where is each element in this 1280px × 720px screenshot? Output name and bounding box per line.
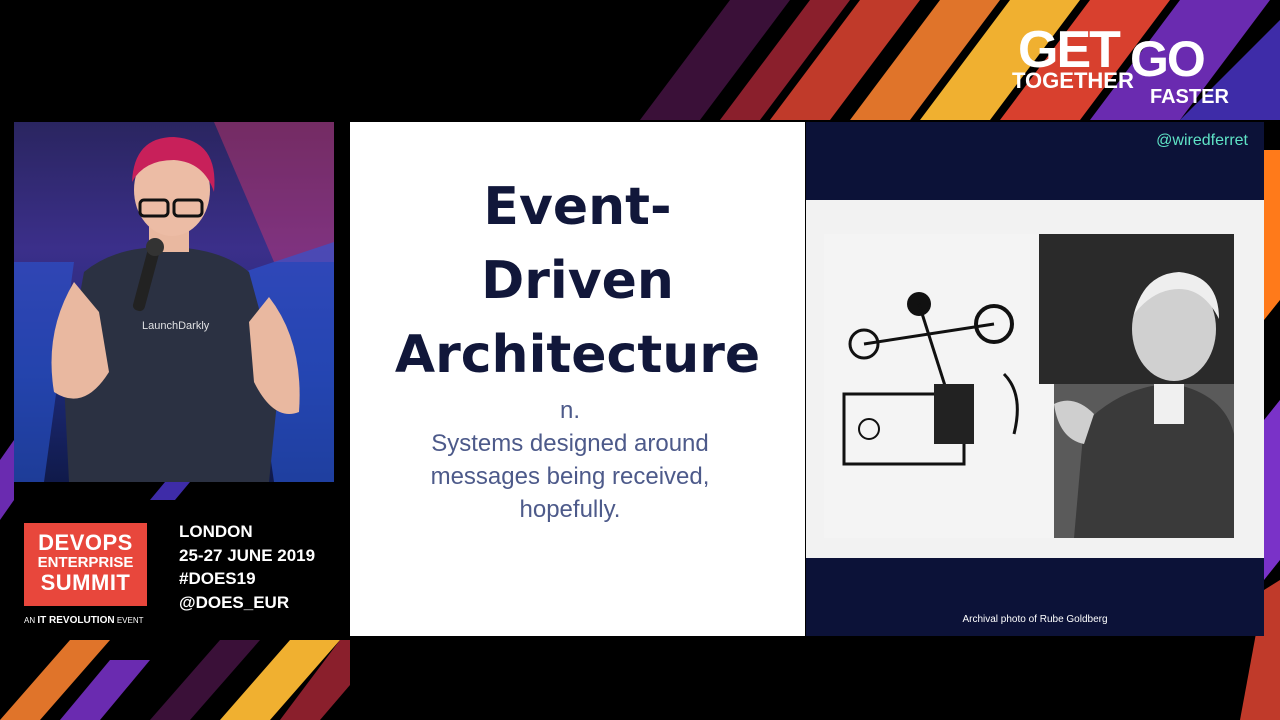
- event-twitter: @DOES_EUR: [179, 592, 290, 612]
- logo-line: SUMMIT: [40, 570, 131, 595]
- twitter-handle: @wiredferret: [1156, 132, 1248, 149]
- logo-line: ENTERPRISE: [37, 554, 134, 571]
- slide-title-line: Event-: [483, 177, 672, 237]
- tagline-go: GO: [1130, 31, 1206, 87]
- organizer-name: IT REVOLUTION: [37, 615, 115, 626]
- event-city: LONDON: [179, 522, 253, 541]
- speaker-video: LaunchDarkly: [14, 122, 334, 482]
- definition-line: messages being received,: [430, 463, 710, 490]
- definition-line: Systems designed around: [431, 430, 709, 457]
- logo-line: DEVOPS: [38, 530, 133, 555]
- slide-photo-panel: @wiredferret Archival photo of Rube Gold…: [806, 122, 1264, 636]
- definition-line: n.: [559, 397, 580, 424]
- slide-title-line: Architecture: [394, 325, 761, 385]
- organizer-line: AN IT REVOLUTION EVENT: [24, 615, 144, 626]
- photo-band: [806, 200, 1264, 558]
- slide-title: Event- Driven Architecture: [350, 170, 805, 392]
- rube-goldberg-photo: [824, 234, 1234, 538]
- event-hashtag: #DOES19: [179, 569, 256, 588]
- event-info: LONDON 25-27 JUNE 2019 #DOES19 @DOES_EUR: [179, 520, 315, 614]
- organizer-suffix: EVENT: [116, 616, 144, 625]
- slide-definition: n. Systems designed around messages bein…: [350, 394, 790, 526]
- slide-text-panel: Event- Driven Architecture n. Systems de…: [350, 122, 805, 636]
- shirt-logo-text: LaunchDarkly: [142, 320, 210, 332]
- photo-caption: Archival photo of Rube Goldberg: [962, 614, 1108, 625]
- event-dates: 25-27 JUNE 2019: [179, 545, 316, 565]
- devops-summit-logo: DEVOPS ENTERPRISE SUMMIT: [24, 523, 147, 606]
- definition-line: hopefully.: [519, 496, 621, 523]
- tagline-together: TOGETHER: [1012, 68, 1134, 93]
- tagline-faster: FASTER: [1150, 86, 1229, 108]
- tagline-logo: GET TOGETHER GO FASTER: [1010, 20, 1260, 115]
- slide-title-line: Driven: [481, 251, 674, 311]
- organizer-prefix: AN: [24, 616, 36, 625]
